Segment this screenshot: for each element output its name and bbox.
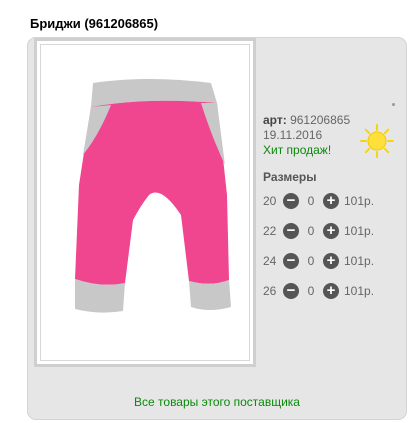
size-value: 26 xyxy=(263,284,277,298)
product-title: Бриджи (961206865) xyxy=(30,16,159,31)
minus-circle-icon[interactable]: − xyxy=(283,253,299,269)
quantity-value: 0 xyxy=(307,284,315,298)
size-value: 22 xyxy=(263,224,277,238)
quantity-value: 0 xyxy=(307,224,315,238)
size-price: 101р. xyxy=(344,224,375,238)
quantity-value: 0 xyxy=(307,254,315,268)
plus-circle-icon[interactable]: + xyxy=(323,223,339,239)
size-row: 26 − 0 + 101р. xyxy=(263,282,374,300)
plus-circle-icon[interactable]: + xyxy=(323,283,339,299)
size-price: 101р. xyxy=(344,254,375,268)
size-row: 22 − 0 + 101р. xyxy=(263,222,374,240)
sun-icon xyxy=(360,124,394,158)
size-row: 24 − 0 + 101р. xyxy=(263,252,374,270)
product-photo[interactable] xyxy=(40,44,250,361)
decorative-dot xyxy=(392,103,395,106)
quantity-value: 0 xyxy=(307,194,315,208)
product-date: 19.11.2016 xyxy=(263,128,323,142)
plus-circle-icon[interactable]: + xyxy=(323,193,339,209)
size-price: 101р. xyxy=(344,284,375,298)
product-info: арт: 961206865 19.11.2016 Хит продаж! xyxy=(263,113,350,158)
bestseller-badge: Хит продаж! xyxy=(263,143,332,157)
size-price: 101р. xyxy=(344,194,375,208)
size-value: 24 xyxy=(263,254,277,268)
pants-image xyxy=(75,79,231,313)
sizes-title: Размеры xyxy=(263,170,317,184)
size-value: 20 xyxy=(263,194,277,208)
product-photo-frame[interactable] xyxy=(34,38,256,367)
minus-circle-icon[interactable]: − xyxy=(283,193,299,209)
art-value: 961206865 xyxy=(290,113,351,127)
supplier-products-link[interactable]: Все товары этого поставщика xyxy=(27,395,407,409)
minus-circle-icon[interactable]: − xyxy=(283,223,299,239)
minus-circle-icon[interactable]: − xyxy=(283,283,299,299)
art-label: арт: xyxy=(263,113,287,127)
plus-circle-icon[interactable]: + xyxy=(323,253,339,269)
size-row: 20 − 0 + 101р. xyxy=(263,192,374,210)
